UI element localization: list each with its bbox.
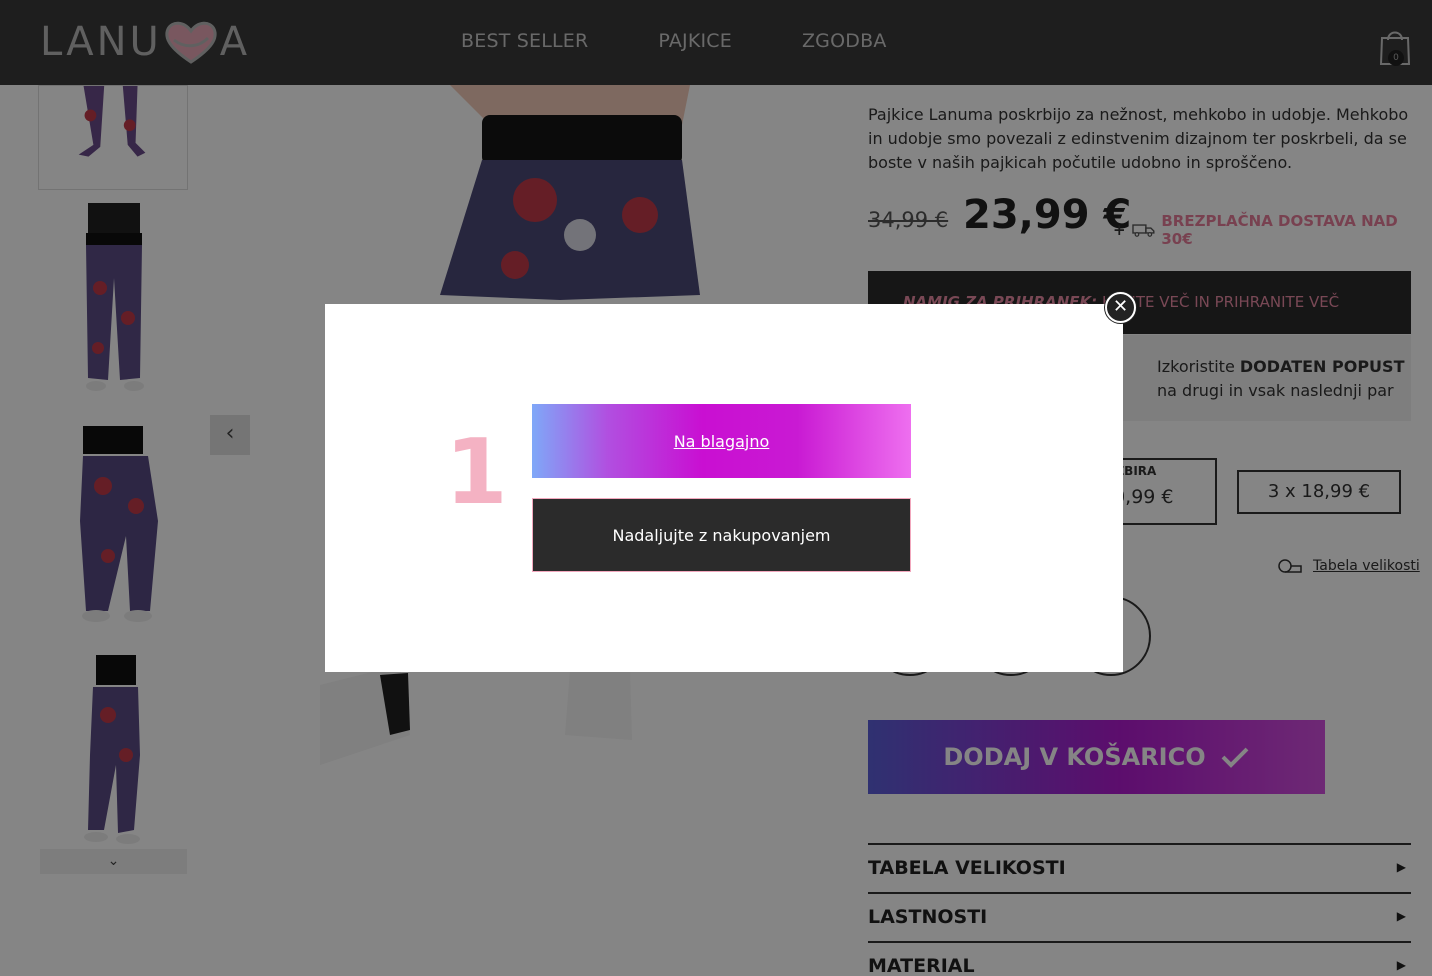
continue-shopping-button[interactable]: Nadaljujte z nakupovanjem bbox=[532, 498, 911, 572]
checkout-button[interactable]: Na blagajno bbox=[532, 404, 911, 478]
added-to-cart-modal: 1 Na blagajno Nadaljujte z nakupovanjem bbox=[325, 304, 1123, 672]
close-icon[interactable]: ✕ bbox=[1105, 292, 1136, 323]
cart-item-count: 1 bbox=[445, 420, 508, 525]
